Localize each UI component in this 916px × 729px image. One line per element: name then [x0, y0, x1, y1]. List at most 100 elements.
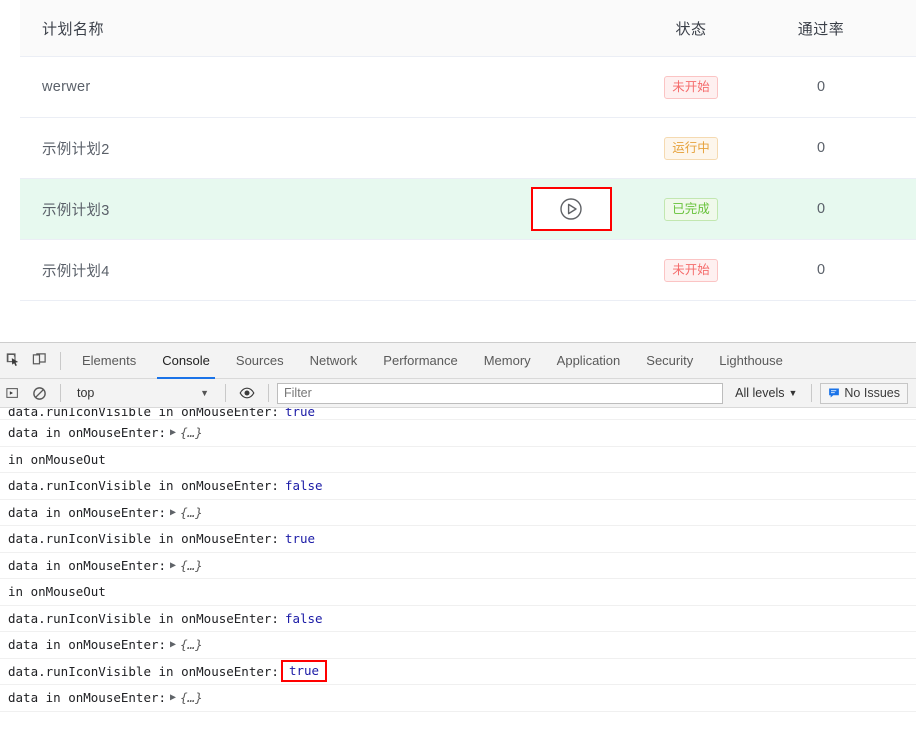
disclosure-triangle-icon[interactable]: ▶ [170, 692, 176, 703]
console-sidebar-icon[interactable] [0, 379, 26, 407]
table-body: werwer 未开始 0 示例计划2 运行中 0 示例计划3 已完成 0 示例计划4 未开始 0 [20, 57, 916, 301]
table-header-row: 计划名称 状态 通过率 [20, 0, 916, 57]
disclosure-triangle-icon[interactable]: ▶ [170, 639, 176, 650]
status-badge: 运行中 [664, 136, 718, 160]
console-log-row[interactable]: data in onMouseEnter: ▶ {…} [0, 685, 916, 712]
plan-name-label: 示例计划2 [42, 141, 110, 158]
devtools-panel: Elements Console Sources Network Performance… [0, 342, 916, 729]
cell-status: 已完成 [636, 197, 746, 221]
chevron-down-icon: ▼ [788, 388, 798, 398]
column-header-name[interactable]: 计划名称 [20, 18, 506, 39]
console-log-row[interactable]: data.runIconVisible in onMouseEnter: true [0, 526, 916, 553]
column-header-pass-rate-label: 通过率 [797, 20, 845, 38]
table-row[interactable]: 示例计划3 已完成 0 [20, 179, 916, 240]
column-header-pass-rate[interactable]: 通过率 [746, 18, 896, 39]
run-icon-annotation-box [530, 187, 612, 231]
console-log-row[interactable]: in onMouseOut [0, 579, 916, 606]
console-log-area[interactable]: data.runIconVisible in onMouseEnter: true… [0, 408, 916, 728]
pass-rate-value: 0 [816, 201, 826, 217]
device-toolbar-icon[interactable] [26, 347, 52, 375]
console-log-row[interactable]: data.runIconVisible in onMouseEnter: true [0, 408, 916, 420]
cell-plan-name: 示例计划3 [20, 199, 506, 220]
console-toolbar-divider-3 [268, 384, 269, 402]
console-log-message: in onMouseOut [8, 584, 106, 600]
console-log-message: data in onMouseEnter: [8, 425, 167, 441]
cell-status: 未开始 [636, 258, 746, 282]
tab-elements[interactable]: Elements [69, 343, 149, 379]
cell-plan-name: werwer [20, 78, 506, 96]
cell-plan-name: 示例计划4 [20, 260, 506, 281]
cell-pass-rate: 0 [746, 140, 896, 156]
cell-pass-rate: 0 [746, 262, 896, 278]
disclosure-triangle-icon[interactable]: ▶ [170, 427, 176, 438]
cell-run-action [506, 187, 636, 231]
cell-status: 未开始 [636, 75, 746, 99]
console-log-row[interactable]: data.runIconVisible in onMouseEnter: fals… [0, 473, 916, 500]
status-badge: 已完成 [664, 197, 718, 221]
plan-table: 计划名称 状态 通过率 werwer 未开始 0 示例计划2 运行中 0 示例计划3 已完成 0… [20, 0, 916, 301]
console-log-message: data in onMouseEnter: [8, 504, 167, 520]
tab-lighthouse[interactable]: Lighthouse [706, 343, 796, 379]
no-issues-label: No Issues [844, 386, 900, 400]
console-value-object[interactable]: {…} [180, 505, 203, 520]
tab-performance[interactable]: Performance [370, 343, 470, 379]
cell-status: 运行中 [636, 136, 746, 160]
plan-name-label: 示例计划4 [42, 263, 110, 280]
live-expression-eye-icon[interactable] [234, 379, 260, 407]
console-log-row[interactable]: data.runIconVisible in onMouseEnter: true [0, 659, 916, 685]
pass-rate-value: 0 [816, 262, 826, 278]
column-header-status[interactable]: 状态 [636, 18, 746, 39]
filter-input[interactable]: Filter [277, 382, 724, 404]
console-log-row[interactable]: data in onMouseEnter: ▶ {…} [0, 553, 916, 579]
column-header-status-label: 状态 [675, 20, 707, 38]
console-log-row[interactable]: data in onMouseEnter: ▶ {…} [0, 632, 916, 659]
console-toolbar-divider-2 [225, 384, 226, 402]
tab-application[interactable]: Application [544, 343, 634, 379]
app-page-area: 计划名称 状态 通过率 werwer 未开始 0 示例计划2 运行中 0 示例计划3 已完成 0… [0, 0, 916, 342]
devtools-tabbar: Elements Console Sources Network Performance… [0, 343, 916, 379]
cell-plan-name: 示例计划2 [20, 138, 506, 159]
console-value-object[interactable]: {…} [180, 690, 203, 705]
log-levels-selector[interactable]: All levels ▼ [729, 386, 803, 400]
console-context-selector[interactable]: top ▼ [69, 383, 217, 404]
console-log-message: data in onMouseEnter: [8, 637, 167, 653]
tab-network[interactable]: Network [297, 343, 371, 379]
tab-memory[interactable]: Memory [471, 343, 544, 379]
table-row[interactable]: werwer 未开始 0 [20, 57, 916, 118]
console-value-annotated: true [280, 660, 328, 683]
console-value-boolean: false [284, 610, 323, 626]
column-header-name-label: 计划名称 [42, 20, 105, 38]
no-issues-button[interactable]: No Issues [820, 382, 908, 404]
console-toolbar-divider-4 [811, 384, 813, 402]
table-row[interactable]: 示例计划4 未开始 0 [20, 240, 916, 301]
console-log-row[interactable]: data in onMouseEnter: ▶ {…} [0, 420, 916, 447]
console-log-message: data.runIconVisible in onMouseEnter: [8, 610, 279, 626]
inspect-element-icon[interactable] [0, 347, 26, 375]
plan-name-label: 示例计划3 [42, 202, 110, 219]
console-value-object[interactable]: {…} [180, 637, 203, 652]
disclosure-triangle-icon[interactable]: ▶ [170, 507, 176, 518]
console-log-row[interactable]: in onMouseOut [0, 447, 916, 473]
devtools-tab-list: Elements Console Sources Network Performance… [69, 343, 796, 379]
console-value-object[interactable]: {…} [180, 558, 203, 573]
console-value-object[interactable]: {…} [180, 425, 203, 440]
console-log-row[interactable]: data in onMouseEnter: ▶ {…} [0, 500, 916, 526]
clear-console-icon[interactable] [26, 379, 52, 407]
tab-sources[interactable]: Sources [223, 343, 297, 379]
filter-input-placeholder: Filter [284, 385, 312, 400]
console-value-boolean: true [284, 531, 316, 547]
console-log-message: data.runIconVisible in onMouseEnter: [8, 408, 279, 419]
table-row[interactable]: 示例计划2 运行中 0 [20, 118, 916, 179]
console-log-message: data.runIconVisible in onMouseEnter: [8, 531, 279, 547]
disclosure-triangle-icon[interactable]: ▶ [170, 560, 176, 571]
chevron-down-icon: ▼ [200, 388, 209, 398]
console-log-row[interactable]: data.runIconVisible in onMouseEnter: fals… [0, 606, 916, 632]
tab-security[interactable]: Security [633, 343, 706, 379]
console-log-message: data in onMouseEnter: [8, 557, 167, 573]
tab-console[interactable]: Console [149, 343, 223, 379]
issues-message-icon [828, 387, 840, 399]
console-toolbar-divider-1 [60, 384, 61, 402]
console-value-boolean: true [284, 408, 316, 419]
cell-pass-rate: 0 [746, 79, 896, 95]
play-circle-icon[interactable] [559, 197, 583, 221]
